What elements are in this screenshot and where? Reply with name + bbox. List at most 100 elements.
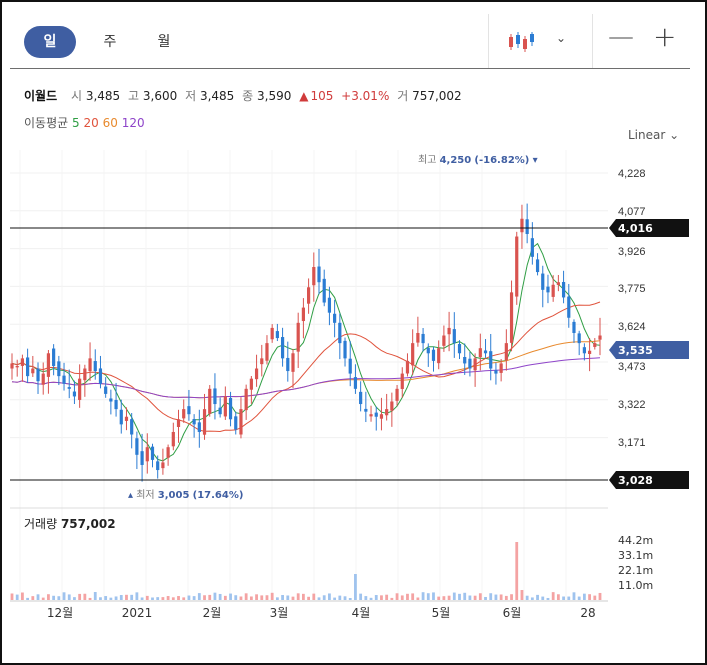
volume-bar [99, 597, 102, 600]
volume-bar [41, 597, 45, 600]
candle-body [473, 358, 477, 371]
volume-bar [328, 593, 331, 600]
volume-bar [510, 594, 513, 600]
candle-body [275, 331, 279, 339]
volume-bar [145, 595, 149, 600]
x-tick-label: 12월 [47, 606, 73, 620]
candle-body [447, 327, 451, 335]
price-chart[interactable]: 4,228 4,077 3,926 3,775 3,624 3,473 3,32… [0, 0, 707, 665]
candle-body [598, 335, 602, 340]
candle-body [176, 419, 181, 427]
candle-body [426, 347, 430, 354]
candle-body [140, 451, 144, 465]
volume-bar [296, 593, 300, 600]
volume-bar [62, 592, 66, 600]
volume-bar [406, 593, 409, 600]
candle-body [483, 350, 488, 354]
candle-body [31, 368, 35, 374]
candle-body [36, 368, 40, 382]
volume-bar [229, 593, 232, 600]
candle-body [411, 343, 415, 366]
volume-bar [213, 592, 217, 600]
volume-bar [562, 596, 565, 600]
candle-body [301, 307, 305, 322]
y-tick-label: 3,775 [618, 283, 646, 295]
volume-bar [416, 597, 420, 600]
volume-bar [312, 593, 316, 600]
volume-tick-label: 33.1m [618, 549, 653, 562]
candle-body [150, 446, 155, 460]
candle-body [494, 370, 498, 374]
x-tick-label: 2021 [122, 606, 153, 620]
volume-bar [182, 597, 186, 600]
candles [10, 203, 602, 482]
volume-bar [171, 597, 175, 600]
candle-body [20, 358, 25, 366]
volume-bar [21, 592, 24, 600]
volume-bar [572, 592, 576, 600]
volume-bar [73, 597, 76, 600]
volume-bar [577, 596, 581, 600]
candle-body [353, 377, 358, 389]
volume-bar [119, 595, 123, 600]
candle-body [437, 348, 441, 364]
volume-bar [380, 595, 383, 600]
candle-body [239, 409, 243, 435]
volume-bar [114, 596, 118, 600]
candle-body [499, 363, 503, 373]
volume-bar [515, 542, 519, 600]
volume-bar [593, 595, 597, 600]
candle-body [317, 266, 321, 283]
volume-bar [223, 595, 227, 600]
volume-bar [197, 593, 201, 600]
candle-body [244, 388, 248, 411]
price-tag-label: 4,016 [618, 222, 653, 235]
volume-bar [15, 594, 19, 600]
candle-body [270, 327, 274, 340]
candle-body [166, 447, 170, 458]
candle-body [234, 416, 238, 430]
candle-body [582, 347, 586, 354]
volume-bar [317, 597, 321, 600]
candle-body [421, 333, 425, 344]
candle-body [197, 422, 201, 432]
candle-body [572, 321, 576, 333]
volume-bar [504, 595, 508, 600]
volume-bar [93, 592, 97, 600]
x-tick-label: 5월 [432, 606, 451, 620]
candle-body [322, 278, 326, 303]
ma-line-5 [11, 242, 601, 462]
volume-bar [432, 592, 435, 600]
candle-body [213, 388, 217, 405]
volume-bar [260, 595, 264, 600]
volume-bar [208, 594, 212, 600]
volume-bar [244, 593, 248, 600]
volume-bar [265, 595, 269, 600]
candle-body [187, 406, 191, 415]
candle-body [114, 400, 118, 410]
high-marker: 최고 4,250 (-16.82%) ▾ [418, 154, 538, 166]
volume-bar [536, 594, 539, 600]
candle-body [104, 386, 108, 394]
candle-body [327, 297, 332, 313]
candle-body [62, 375, 66, 384]
candle-body [286, 357, 290, 372]
volume-bar [385, 594, 389, 600]
x-tick-label: 28 [580, 606, 595, 620]
volume-bar [598, 592, 602, 600]
candle-body [478, 348, 482, 358]
candle-body [567, 296, 571, 318]
volume-bar [421, 592, 425, 600]
volume-bar [489, 593, 493, 600]
candle-body [280, 337, 285, 359]
volume-bar [270, 592, 274, 600]
candle-body [431, 349, 436, 361]
volume-bar [109, 597, 113, 600]
volume-bar [203, 595, 206, 600]
volume-bar [426, 593, 430, 600]
volume-bar [333, 597, 337, 600]
candle-body [541, 273, 545, 290]
candle-body [343, 340, 347, 359]
candle-body [218, 407, 222, 415]
volume-bar [364, 596, 368, 600]
